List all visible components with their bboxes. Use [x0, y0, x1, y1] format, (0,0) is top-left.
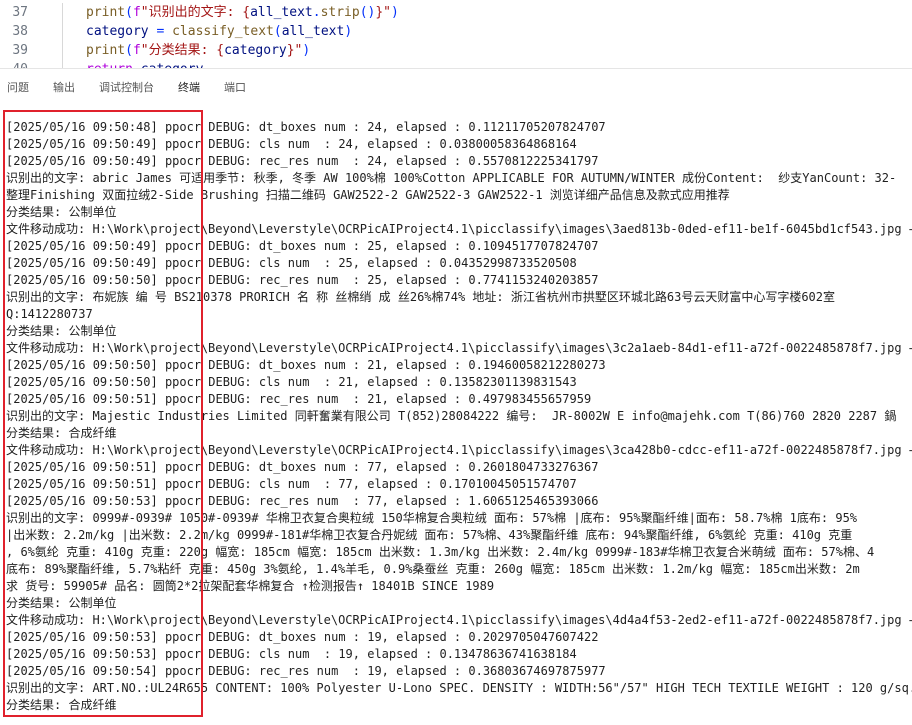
code-token: =	[148, 24, 173, 39]
terminal-line: 底布: 89%聚酯纤维, 5.7%粘纤 克重: 450g 3%氨纶, 1.4%羊…	[6, 562, 860, 576]
tab-problems[interactable]: 问题	[7, 79, 29, 95]
terminal-line: 分类结果: 公制单位	[6, 324, 117, 338]
code-line: 37 print(f"识别出的文字: {all_text.strip()}")	[0, 3, 912, 22]
terminal-line: 识别出的文字: 0999#-0939# 1050#-0939# 华棉卫衣复合奥粒…	[6, 511, 858, 525]
code-text: print(f"分类结果: {category}")	[86, 41, 310, 60]
indent-guide	[62, 3, 63, 22]
terminal-line: Q:1412280737	[6, 307, 93, 321]
terminal-line: 分类结果: 公制单位	[6, 205, 117, 219]
terminal-line: [2025/05/16 09:50:49] ppocr DEBUG: dt_bo…	[6, 239, 599, 253]
code-token: }"	[375, 5, 392, 20]
tab-terminal[interactable]: 终端	[178, 79, 200, 103]
code-token: category	[86, 24, 149, 39]
terminal-line: [2025/05/16 09:50:48] ppocr DEBUG: dt_bo…	[6, 120, 606, 134]
terminal-line: 求 货号: 59905# 品名: 圆筒2*2拉架配套华棉复合 ↑检测报告↑ 18…	[6, 579, 495, 593]
code-token: (	[125, 43, 133, 58]
line-number: 39	[12, 43, 28, 58]
terminal-line: [2025/05/16 09:50:51] ppocr DEBUG: cls n…	[6, 477, 577, 491]
terminal-line: |出米数: 2.2m/kg |出米数: 2.2m/kg 0999#-181#华棉…	[6, 528, 853, 542]
terminal-line: [2025/05/16 09:50:51] ppocr DEBUG: dt_bo…	[6, 460, 599, 474]
code-token: )	[302, 43, 311, 58]
terminal-line: [2025/05/16 09:50:50] ppocr DEBUG: rec_r…	[6, 273, 599, 287]
code-token: category	[224, 43, 287, 58]
terminal-line: [2025/05/16 09:50:53] ppocr DEBUG: cls n…	[6, 647, 577, 661]
code-token: all_text	[281, 24, 345, 39]
code-token: ()	[359, 5, 376, 20]
code-token: print	[86, 43, 126, 58]
code-token: (	[125, 5, 133, 20]
indent-guide	[62, 60, 63, 68]
code-token: f	[132, 43, 141, 58]
code-line: 39 print(f"分类结果: {category}")	[0, 41, 912, 60]
terminal-line: [2025/05/16 09:50:49] ppocr DEBUG: cls n…	[6, 256, 577, 270]
tab-output[interactable]: 输出	[53, 79, 75, 95]
line-number: 38	[12, 24, 28, 39]
code-token: (	[273, 24, 282, 39]
terminal-line: [2025/05/16 09:50:49] ppocr DEBUG: rec_r…	[6, 154, 599, 168]
code-text: category = classify_text(all_text)	[86, 22, 352, 41]
code-token: strip	[320, 5, 360, 20]
terminal-line: 整理Finishing 双面拉绒2-Side Brushing 扫描二维码 GA…	[6, 188, 730, 202]
indent-guide	[62, 41, 63, 60]
tab-debug-console[interactable]: 调试控制台	[99, 79, 154, 95]
terminal-line: [2025/05/16 09:50:51] ppocr DEBUG: rec_r…	[6, 392, 592, 406]
terminal-line: 文件移动成功: H:\Work\project\Beyond\Leverstyl…	[6, 613, 912, 627]
terminal-line: 文件移动成功: H:\Work\project\Beyond\Leverstyl…	[6, 443, 912, 457]
code-token: all_text	[250, 5, 313, 20]
code-editor[interactable]: 37 print(f"识别出的文字: {all_text.strip()}") 38…	[0, 0, 912, 68]
terminal-line: 识别出的文字: abric James 可适用季节: 秋季, 冬季 AW 100…	[6, 171, 897, 185]
code-token: print	[86, 5, 126, 20]
terminal-line: [2025/05/16 09:50:54] ppocr DEBUG: rec_r…	[6, 664, 606, 678]
terminal-line: [2025/05/16 09:50:53] ppocr DEBUG: dt_bo…	[6, 630, 599, 644]
terminal-output[interactable]: [2025/05/16 09:50:48] ppocr DEBUG: dt_bo…	[0, 102, 912, 725]
code-token: )	[391, 5, 399, 20]
code-token: f	[132, 5, 141, 20]
terminal-line: 识别出的文字: 布妮族 编 号 BS210378 PRORICH 名 称 丝棉绡…	[6, 290, 835, 304]
terminal-line: [2025/05/16 09:50:53] ppocr DEBUG: rec_r…	[6, 494, 599, 508]
code-line: 40 return category	[0, 60, 912, 68]
code-line: 38 category = classify_text(all_text)	[0, 22, 912, 41]
code-token: )	[344, 24, 353, 39]
terminal-line: 识别出的文字: ART.NO.:UL24R655 CONTENT: 100% P…	[6, 681, 912, 695]
terminal-line: 文件移动成功: H:\Work\project\Beyond\Leverstyl…	[6, 341, 912, 355]
terminal-line: 文件移动成功: H:\Work\project\Beyond\Leverstyl…	[6, 222, 912, 236]
code-token: "识别出的文字: {	[140, 5, 251, 20]
code-text: return category	[86, 60, 203, 68]
terminal-line: , 6%氨纶 克重: 410g 克重: 220g 幅宽: 185cm 幅宽: 1…	[6, 545, 875, 559]
terminal-line: [2025/05/16 09:50:49] ppocr DEBUG: cls n…	[6, 137, 577, 151]
terminal-line: 识别出的文字: Majestic Industries Limited 同軒奮業…	[6, 409, 897, 423]
tab-ports[interactable]: 端口	[224, 79, 246, 95]
code-token: }"	[286, 43, 303, 58]
line-number: 40	[0, 60, 28, 68]
terminal-line: 分类结果: 合成纤维	[6, 698, 117, 712]
panel-tab-bar: 问题 输出 调试控制台 终端 端口	[0, 68, 912, 103]
terminal-line: [2025/05/16 09:50:50] ppocr DEBUG: cls n…	[6, 375, 577, 389]
code-token: .	[312, 5, 321, 20]
indent-guide	[62, 22, 63, 41]
terminal-line: [2025/05/16 09:50:50] ppocr DEBUG: dt_bo…	[6, 358, 606, 372]
terminal-line: 分类结果: 公制单位	[6, 596, 117, 610]
code-token: classify_text	[172, 24, 274, 39]
code-token: "分类结果: {	[140, 43, 225, 58]
line-number: 37	[12, 5, 28, 20]
code-text: print(f"识别出的文字: {all_text.strip()}")	[86, 3, 399, 22]
terminal-line: 分类结果: 合成纤维	[6, 426, 117, 440]
